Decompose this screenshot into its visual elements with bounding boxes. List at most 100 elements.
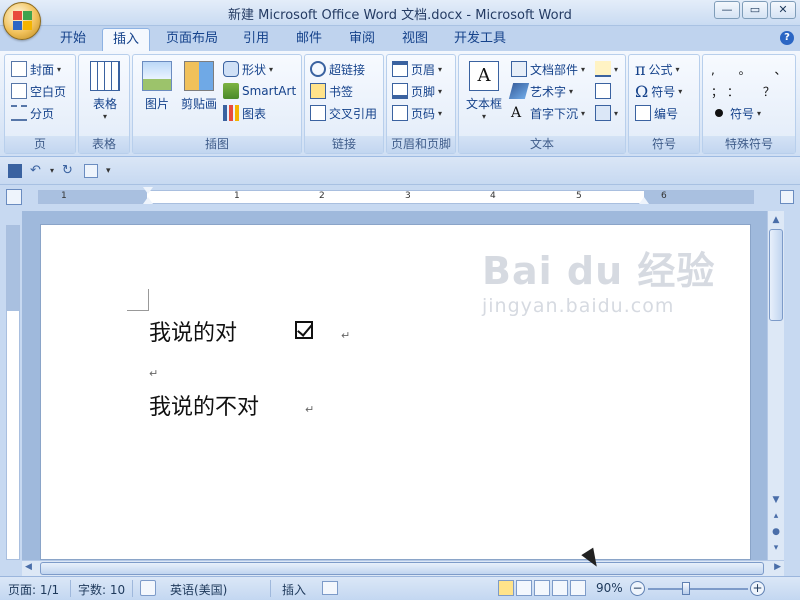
numbering-icon — [635, 105, 651, 121]
group-header-footer-label: 页眉和页脚 — [387, 136, 455, 153]
smartart-button[interactable]: SmartArt — [223, 81, 296, 101]
horizontal-scrollbar[interactable]: ◀ ▶ — [22, 560, 784, 576]
word-count[interactable]: 字数: 10 — [78, 581, 125, 598]
next-page-icon[interactable]: ▾ — [769, 541, 783, 555]
clipart-button[interactable]: 剪贴画 — [179, 61, 219, 112]
tab-references[interactable]: 引用 — [236, 28, 276, 51]
undo-icon[interactable]: ↶ — [30, 164, 44, 178]
hyperlink-button[interactable]: 超链接 — [310, 59, 365, 79]
page-number-button[interactable]: 页码 ▾ — [392, 103, 442, 123]
ruler-number: 4 — [490, 191, 496, 201]
drop-cap-button[interactable]: A 首字下沉 ▾ — [511, 103, 585, 123]
vertical-scrollbar[interactable]: ▲ ▼ ▴ ● ▾ — [767, 211, 784, 560]
scroll-down-icon[interactable]: ▼ — [769, 493, 783, 507]
web-layout-view-icon[interactable] — [534, 580, 550, 596]
chart-button[interactable]: 图表 — [223, 103, 266, 123]
wordart-button[interactable]: 艺术字 ▾ — [508, 81, 573, 101]
equation-button[interactable]: π 公式 ▾ — [635, 59, 680, 79]
checkbox-checked-icon[interactable] — [295, 321, 313, 339]
symbol-button[interactable]: Ω 符号 ▾ — [635, 81, 682, 101]
footer-label: 页脚 — [411, 84, 436, 99]
office-button[interactable] — [3, 2, 41, 40]
footer-button[interactable]: 页脚 ▾ — [392, 81, 442, 101]
vertical-ruler[interactable] — [6, 225, 20, 560]
restore-button[interactable]: ▭ — [742, 1, 768, 19]
tab-insert[interactable]: 插入 — [102, 28, 150, 51]
page-break-button[interactable]: 分页 — [11, 103, 54, 123]
tab-review[interactable]: 审阅 — [342, 28, 382, 51]
group-symbols-label: 符号 — [629, 136, 699, 153]
scroll-right-icon[interactable]: ▶ — [774, 562, 781, 572]
view-ruler-icon[interactable] — [780, 190, 794, 204]
tab-mailings[interactable]: 邮件 — [289, 28, 329, 51]
macro-record-icon[interactable] — [322, 581, 338, 595]
quick-parts-button[interactable]: 文档部件 ▾ — [511, 59, 585, 79]
insert-mode[interactable]: 插入 — [282, 581, 306, 598]
full-screen-reading-view-icon[interactable] — [516, 580, 532, 596]
bookmark-button[interactable]: 书签 — [310, 81, 353, 101]
group-pages-label: 页 — [5, 136, 75, 153]
tab-developer[interactable]: 开发工具 — [448, 28, 512, 51]
scroll-left-icon[interactable]: ◀ — [25, 562, 32, 572]
group-text: A 文本框 ▾ 文档部件 ▾ 艺术字 ▾ A 首字下沉 ▾ ▾ ▾ 文本 — [458, 54, 626, 154]
date-time-button[interactable] — [595, 81, 611, 101]
header-button[interactable]: 页眉 ▾ — [392, 59, 442, 79]
wordart-label: 艺术字 — [530, 84, 567, 99]
help-icon[interactable]: ? — [780, 31, 794, 45]
cover-page-button[interactable]: 封面 ▾ — [11, 59, 61, 79]
shapes-button[interactable]: 形状 ▾ — [223, 59, 273, 79]
browse-object-icon[interactable]: ● — [769, 525, 783, 539]
save-icon[interactable] — [8, 164, 22, 178]
customize-toolbar-icon[interactable]: ▾ — [106, 164, 120, 178]
special-symbols-row2[interactable]: ；： ？ — [711, 81, 785, 101]
document-line-2[interactable]: 我说的不对 — [149, 389, 259, 421]
language[interactable]: 英语(美国) — [170, 581, 227, 598]
signature-line-button[interactable]: ▾ — [595, 59, 618, 79]
tab-selector-icon[interactable] — [6, 189, 22, 205]
blank-page-button[interactable]: 空白页 — [11, 81, 66, 101]
title-bar: 新建 Microsoft Office Word 文档.docx - Micro… — [0, 0, 800, 26]
draft-view-icon[interactable] — [570, 580, 586, 596]
hanging-indent-marker[interactable] — [143, 197, 153, 204]
tab-home[interactable]: 开始 — [50, 28, 96, 51]
zoom-level[interactable]: 90% — [596, 581, 623, 595]
redo-icon[interactable]: ↻ — [62, 164, 76, 178]
group-pages: 封面 ▾ 空白页 分页 页 — [4, 54, 76, 154]
page-count[interactable]: 页面: 1/1 — [8, 581, 59, 598]
print-layout-view-icon[interactable] — [498, 580, 514, 596]
scroll-up-icon[interactable]: ▲ — [769, 213, 783, 227]
horizontal-ruler[interactable]: 1 1 2 3 4 5 6 — [38, 187, 754, 204]
special-symbols-row1[interactable]: , 。 、 — [711, 59, 796, 79]
outline-view-icon[interactable] — [552, 580, 568, 596]
zoom-slider-thumb[interactable] — [682, 582, 690, 595]
numbering-button[interactable]: 编号 — [635, 103, 678, 123]
zoom-slider[interactable] — [648, 588, 748, 590]
format-painter-icon[interactable] — [84, 164, 98, 178]
horizontal-scroll-thumb[interactable] — [40, 562, 764, 575]
minimize-button[interactable]: — — [714, 1, 740, 19]
tab-view[interactable]: 视图 — [395, 28, 435, 51]
cross-reference-button[interactable]: 交叉引用 — [310, 103, 377, 123]
quick-access-toolbar: ↶ ▾ ↻ ▾ — [0, 157, 800, 185]
ruler-row: 1 1 2 3 4 5 6 — [0, 185, 800, 211]
special-symbol-button[interactable]: 符号 ▾ — [711, 103, 761, 123]
vertical-scroll-thumb[interactable] — [769, 229, 783, 321]
table-icon — [90, 61, 120, 91]
zoom-out-icon[interactable]: − — [630, 581, 645, 596]
picture-button[interactable]: 图片 — [137, 61, 177, 112]
first-line-indent-marker[interactable] — [143, 187, 153, 194]
tab-page-layout[interactable]: 页面布局 — [160, 28, 224, 51]
textbox-button[interactable]: A 文本框 ▾ — [463, 61, 505, 121]
proofing-icon[interactable] — [140, 580, 156, 596]
table-button[interactable]: 表格 ▾ — [85, 61, 125, 121]
previous-page-icon[interactable]: ▴ — [769, 509, 783, 523]
special-symbol-icon — [715, 109, 723, 117]
clipart-icon — [184, 61, 214, 91]
document-line-1[interactable]: 我说的对 — [149, 315, 237, 347]
zoom-in-icon[interactable]: + — [750, 581, 765, 596]
symbol-label: 符号 — [651, 84, 676, 99]
right-indent-marker[interactable] — [639, 197, 649, 204]
object-button[interactable]: ▾ — [595, 103, 618, 123]
window-controls: — ▭ ✕ — [714, 1, 796, 19]
close-button[interactable]: ✕ — [770, 1, 796, 19]
